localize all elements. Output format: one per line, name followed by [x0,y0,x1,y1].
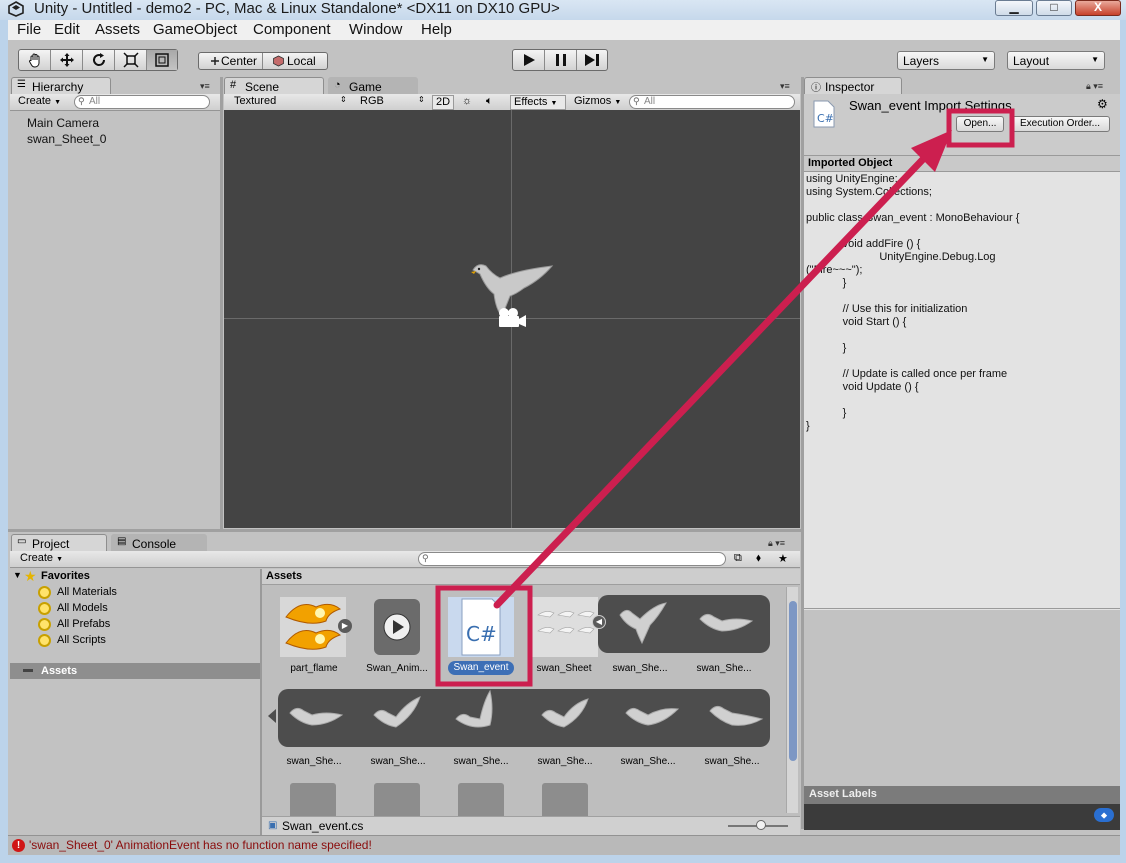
highlight-box-swan-event [435,585,533,687]
highlight-box-open-button [946,108,1015,148]
annotation-overlay [435,108,1015,687]
annotation-arrow-line [493,150,932,609]
